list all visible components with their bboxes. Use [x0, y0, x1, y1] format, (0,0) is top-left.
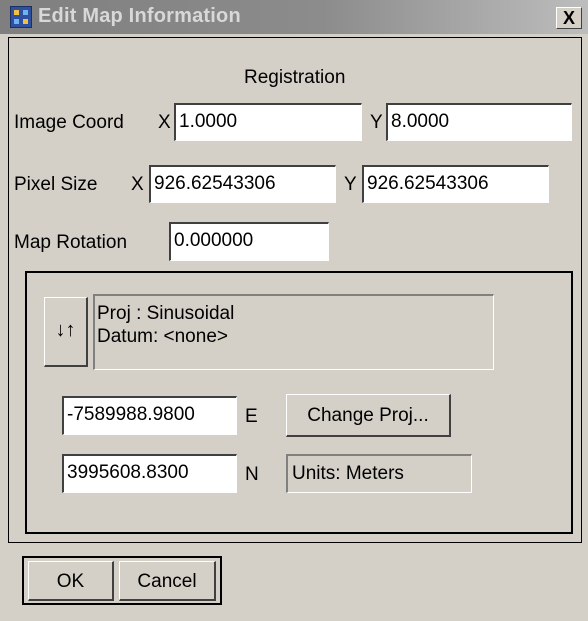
toggle-coords-button[interactable]: ↓↑ [44, 297, 88, 367]
map-window-icon [10, 6, 32, 28]
easting-input[interactable]: -7589988.9800 [62, 396, 237, 435]
registration-heading: Registration [244, 67, 346, 88]
cancel-button[interactable]: Cancel [119, 561, 216, 601]
pixel-size-x-label: X [131, 174, 144, 195]
pixel-size-y-label: Y [344, 174, 357, 195]
pixel-size-y-input[interactable]: 926.62543306 [362, 165, 549, 203]
image-coord-label: Image Coord [14, 112, 124, 133]
ok-label: OK [56, 571, 85, 592]
northing-input[interactable]: 3995608.8300 [62, 454, 237, 493]
pixel-size-x-input[interactable]: 926.62543306 [149, 165, 336, 203]
image-coord-x-label: X [158, 112, 171, 133]
close-icon: X [562, 8, 575, 28]
change-proj-label: Change Proj... [307, 405, 429, 426]
window-title: Edit Map Information [38, 5, 241, 27]
datum-name: Datum: <none> [97, 326, 228, 347]
map-rotation-label: Map Rotation [14, 232, 128, 253]
easting-label: E [245, 406, 258, 427]
pixel-size-label: Pixel Size [14, 174, 98, 195]
image-coord-y-input[interactable]: 8.0000 [386, 103, 572, 141]
map-rotation-input[interactable]: 0.000000 [169, 222, 329, 261]
units-display: Units: Meters [286, 454, 472, 493]
units-label: Units: Meters [292, 463, 404, 484]
change-proj-button[interactable]: Change Proj... [286, 394, 451, 437]
image-coord-y-label: Y [370, 112, 383, 133]
projection-name: Proj : Sinusoidal [97, 303, 235, 324]
projection-info-panel: Proj : Sinusoidal Datum: <none> [93, 294, 494, 370]
northing-label: N [245, 464, 259, 485]
title-bar[interactable]: Edit Map Information X [0, 0, 588, 34]
close-button[interactable]: X [556, 7, 582, 29]
ok-button[interactable]: OK [28, 561, 114, 601]
image-coord-x-input[interactable]: 1.0000 [174, 103, 362, 141]
cancel-label: Cancel [137, 571, 197, 592]
swap-arrows-icon: ↓↑ [55, 319, 76, 341]
